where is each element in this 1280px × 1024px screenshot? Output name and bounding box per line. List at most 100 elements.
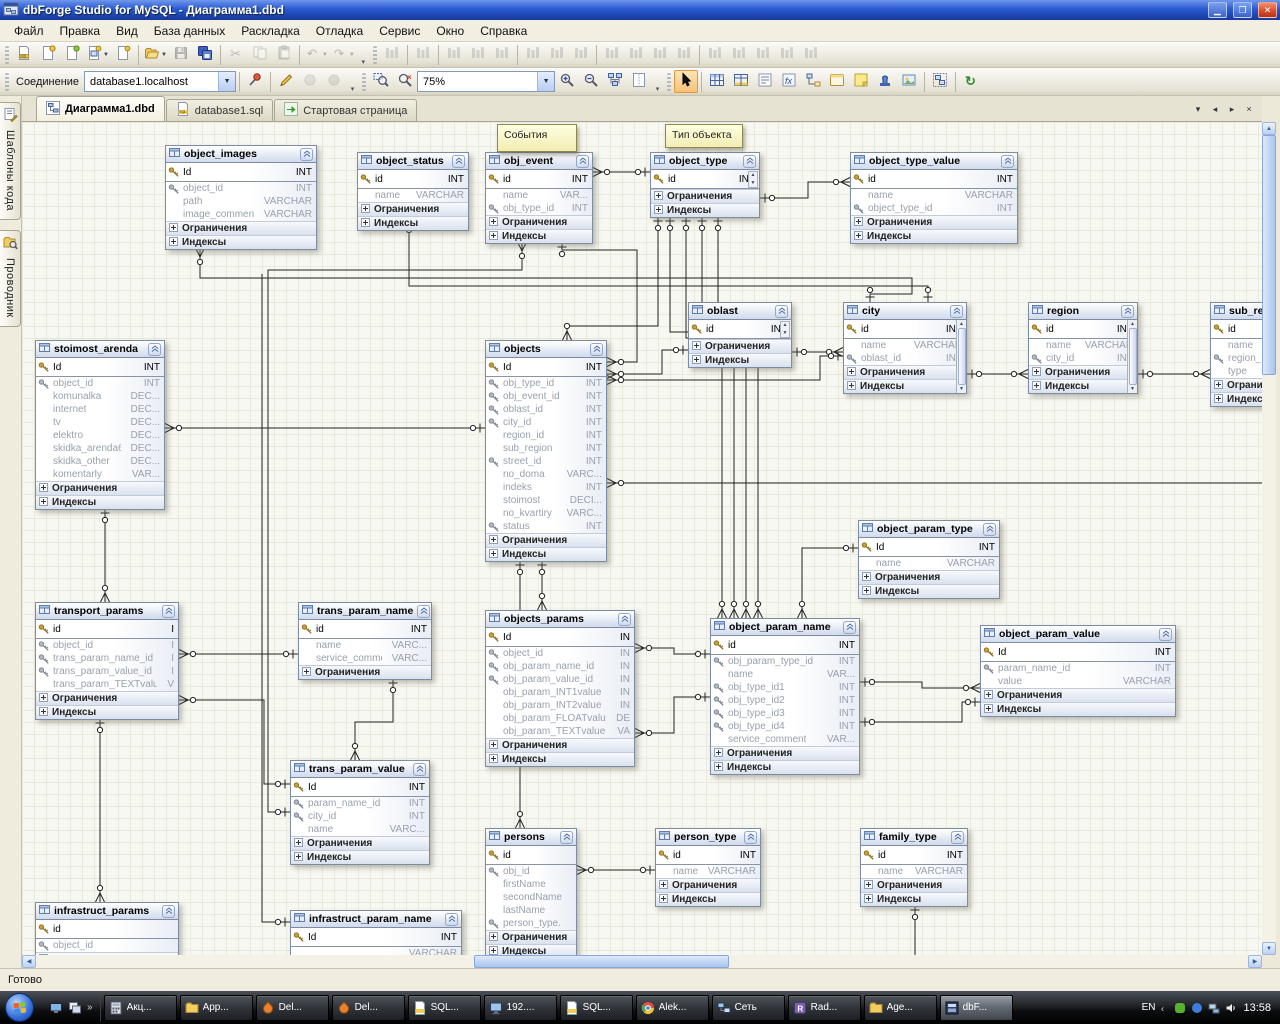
collapse-icon[interactable] (162, 905, 175, 918)
column-row[interactable]: idINT (689, 320, 791, 339)
collapse-icon[interactable] (843, 621, 856, 634)
relation-line[interactable] (635, 697, 710, 733)
section-constraints[interactable]: Ограничения (689, 339, 791, 353)
doc-new2-button[interactable] (60, 43, 84, 66)
expand-icon[interactable] (714, 762, 723, 774)
section-indexes[interactable]: Индексы (1211, 392, 1262, 406)
column-row[interactable]: object_idIN (486, 647, 634, 660)
entity-sub_re[interactable]: sub_reidnameregion_typeОграниченияИндекс… (1210, 302, 1262, 407)
entity-family_type[interactable]: family_typeidINTnameVARCHARОграниченияИн… (860, 828, 968, 907)
next-button[interactable]: ▸ (1225, 102, 1239, 116)
close-button[interactable]: × (1242, 102, 1256, 116)
column-row[interactable]: name (1211, 339, 1262, 352)
entity-header[interactable]: region (1029, 303, 1137, 320)
column-row[interactable]: obj_param_TEXTvalueVA (486, 725, 634, 738)
connection-combo[interactable]: database1.localhost▼ (84, 71, 236, 92)
column-row[interactable]: IdINT (166, 163, 316, 182)
entity-header[interactable]: infrastruct_params (36, 903, 178, 920)
entity-object_type[interactable]: object_typeidINTОграниченияИндексы▲▼ (650, 152, 760, 218)
expand-icon[interactable] (692, 355, 701, 367)
expand-icon[interactable] (489, 754, 498, 766)
expand-icon[interactable] (692, 341, 701, 353)
expand-icon[interactable] (489, 932, 498, 944)
horizontal-scroll-track[interactable] (36, 955, 1248, 968)
section-indexes[interactable]: Индексы (651, 203, 759, 217)
column-row[interactable]: IdINT (291, 778, 429, 797)
column-row[interactable]: obj_param_INT2valueIN (486, 699, 634, 712)
column-row[interactable]: obj_id (486, 865, 576, 878)
section-indexes[interactable]: Индексы (859, 584, 999, 598)
column-row[interactable]: skidka_arenda6DEC... (36, 442, 164, 455)
collapse-icon[interactable] (1159, 628, 1172, 641)
expand-icon[interactable] (864, 880, 873, 892)
section-constraints[interactable]: Ограничения (861, 878, 967, 892)
section-constraints[interactable]: Ограничения (486, 215, 592, 229)
section-indexes[interactable]: Индексы (711, 760, 859, 774)
column-row[interactable]: nameVARCHAR (358, 189, 468, 202)
expand-icon[interactable] (169, 237, 178, 249)
entity-scrollbar[interactable]: ▲▼ (956, 320, 966, 393)
menu-item-справка[interactable]: Справка (472, 21, 535, 41)
row-spinner[interactable]: ▲▼ (748, 171, 758, 188)
entity-header[interactable]: family_type (861, 829, 967, 846)
column-row[interactable]: idINT (486, 170, 592, 189)
relation-line[interactable] (262, 274, 290, 922)
expand-icon[interactable] (862, 572, 871, 584)
column-row[interactable]: obj_param_type_idINT (711, 655, 859, 668)
section-indexes[interactable]: Индексы (981, 702, 1175, 716)
task-button-sql[interactable]: SQL... (408, 995, 481, 1021)
expand-icon[interactable] (489, 549, 498, 561)
relation-line[interactable] (802, 548, 858, 618)
expand-icon[interactable] (1032, 381, 1041, 393)
doc-table-button[interactable]: ▼ (84, 43, 111, 66)
zoom-in-button[interactable] (555, 70, 579, 93)
column-row[interactable]: tvDEC... (36, 416, 164, 429)
chevron-down-icon[interactable]: ▼ (218, 72, 235, 91)
column-row[interactable]: idINT (844, 320, 966, 339)
maximize-button[interactable]: ❐ (1233, 2, 1252, 18)
section-constraints[interactable]: Ограничения (651, 189, 759, 203)
expand-icon[interactable] (39, 707, 48, 719)
collapse-icon[interactable] (983, 523, 996, 536)
collapse-icon[interactable] (950, 305, 963, 318)
expand-icon[interactable] (847, 381, 856, 393)
collapse-icon[interactable] (445, 913, 458, 926)
column-row[interactable]: obj_type_idINT (486, 377, 606, 390)
diagram-canvas[interactable]: object_imagesIdINTobject_idINTpathVARCHA… (22, 122, 1262, 955)
relation-line[interactable] (686, 216, 734, 618)
tab-стартовая-страница[interactable]: Стартовая страница (274, 99, 417, 121)
entity-header[interactable]: oblast (689, 303, 791, 320)
image-button[interactable] (897, 70, 921, 93)
column-row[interactable]: idINT (1029, 320, 1137, 339)
column-row[interactable]: IdINT (36, 358, 164, 377)
column-row[interactable]: object_idINT (36, 377, 164, 390)
entity-infrastruct_params[interactable]: infrastruct_paramsidobject_idОграничения… (35, 902, 179, 955)
task-button-dbf[interactable]: dbF... (940, 995, 1013, 1021)
column-row[interactable]: region_idINT (486, 429, 606, 442)
blue-app-icon[interactable] (1191, 1002, 1203, 1014)
collapse-icon[interactable] (452, 155, 465, 168)
expand-icon[interactable] (847, 367, 856, 379)
column-row[interactable]: obj_param_FLOATvalueDE (486, 712, 634, 725)
collapse-icon[interactable] (417, 605, 430, 618)
column-row[interactable]: no_domaVARC... (486, 468, 606, 481)
column-row[interactable]: region_ (1211, 352, 1262, 365)
tab-database1-sql[interactable]: SQLdatabase1.sql (166, 99, 274, 121)
column-row[interactable]: obj_param_name_idIN (486, 660, 634, 673)
expand-icon[interactable] (39, 497, 48, 509)
chevron-left-icon[interactable]: ‹ (1161, 1002, 1169, 1014)
entity-scrollbar[interactable]: ▲▼ (1127, 320, 1137, 393)
expand-icon[interactable] (854, 231, 863, 243)
collapse-icon[interactable] (162, 605, 175, 618)
column-row[interactable]: obj_type_id3INT (711, 707, 859, 720)
horizontal-scrollbar[interactable]: ◀ ▶ (22, 955, 1262, 968)
view-new-button[interactable] (753, 70, 777, 93)
entity-object_param_type[interactable]: object_param_typeIdINTnameVARCHARОгранич… (858, 520, 1000, 599)
menu-item-отладка[interactable]: Отладка (308, 21, 371, 41)
group-button[interactable] (928, 70, 952, 93)
expand-icon[interactable] (294, 838, 303, 850)
menu-item-сервис[interactable]: Сервис (371, 21, 428, 41)
task-button-192[interactable]: 192.... (484, 995, 557, 1021)
section-indexes[interactable]: Индексы (166, 235, 316, 249)
stamp-button[interactable] (873, 70, 897, 93)
